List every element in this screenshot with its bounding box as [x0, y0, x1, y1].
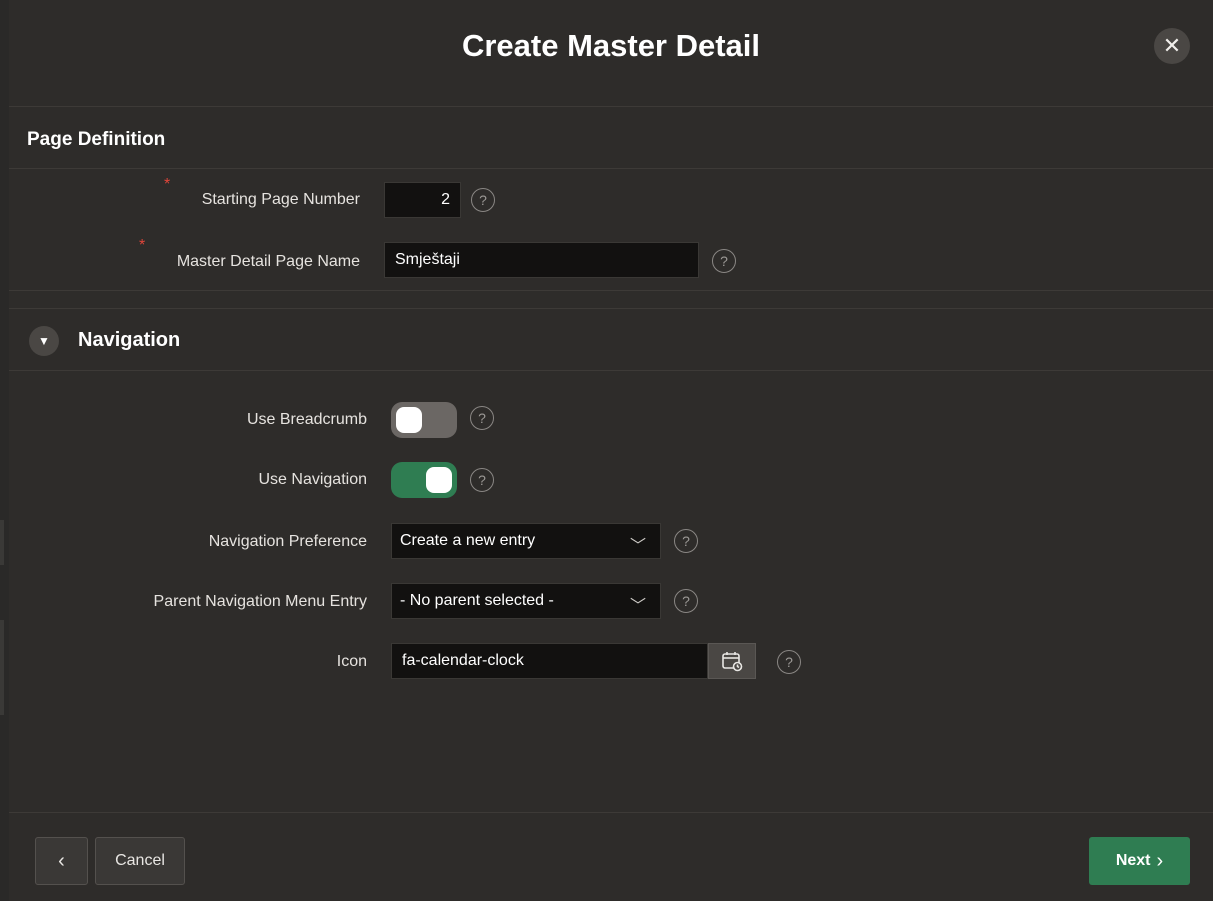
next-button-label: Next: [1115, 852, 1151, 869]
help-icon[interactable]: ?: [471, 188, 495, 212]
icon-input[interactable]: [391, 643, 708, 679]
chevron-right-icon: ›: [1156, 849, 1164, 872]
chevron-down-icon: ﹀: [629, 538, 646, 555]
divider: [9, 290, 1213, 291]
dialog-footer: ‹ Cancel Next ›: [9, 812, 1213, 901]
background-marker: [0, 620, 4, 715]
master-detail-page-name-label: Master Detail Page Name: [176, 253, 360, 270]
section-title-page-definition: Page Definition: [27, 129, 166, 150]
use-navigation-label: Use Navigation: [258, 471, 368, 488]
use-navigation-toggle[interactable]: [391, 462, 457, 498]
back-button[interactable]: ‹: [35, 837, 88, 885]
use-breadcrumb-label: Use Breadcrumb: [246, 411, 367, 428]
navigation-preference-select[interactable]: Create a new entry ﹀: [391, 523, 661, 559]
create-master-detail-dialog: Create Master Detail ✕ Page Definition *…: [9, 0, 1213, 901]
collapse-toggle-icon[interactable]: ▼: [29, 326, 59, 356]
help-icon[interactable]: ?: [777, 650, 801, 674]
help-icon[interactable]: ?: [470, 468, 494, 492]
chevron-left-icon: ‹: [58, 849, 65, 872]
dialog-header: Create Master Detail ✕: [9, 0, 1213, 107]
parent-navigation-menu-entry-select[interactable]: - No parent selected - ﹀: [391, 583, 661, 619]
cancel-button[interactable]: Cancel: [95, 837, 185, 885]
calendar-clock-icon: [722, 652, 743, 672]
use-breadcrumb-toggle[interactable]: [391, 402, 457, 438]
help-icon[interactable]: ?: [674, 529, 698, 553]
parent-navigation-menu-entry-value: - No parent selected -: [400, 592, 554, 609]
navigation-preference-value: Create a new entry: [400, 532, 536, 549]
section-title-navigation: Navigation: [78, 329, 181, 351]
toggle-knob: [396, 407, 422, 433]
page-definition-header: Page Definition: [9, 107, 1213, 169]
help-icon[interactable]: ?: [712, 249, 736, 273]
background-page-strip: [0, 0, 9, 901]
help-icon[interactable]: ?: [470, 406, 494, 430]
close-icon: ✕: [1162, 33, 1182, 58]
next-button[interactable]: Next ›: [1089, 837, 1190, 885]
starting-page-number-label: Starting Page Number: [201, 191, 360, 208]
navigation-header[interactable]: ▼ Navigation: [9, 308, 1213, 371]
chevron-down-icon: ﹀: [629, 598, 646, 615]
dialog-title: Create Master Detail: [461, 28, 761, 63]
close-button[interactable]: ✕: [1154, 28, 1190, 64]
help-icon[interactable]: ?: [674, 589, 698, 613]
starting-page-number-input[interactable]: [384, 182, 461, 218]
toggle-knob: [426, 467, 452, 493]
icon-picker-button[interactable]: [708, 643, 756, 679]
parent-navigation-menu-entry-label: Parent Navigation Menu Entry: [153, 593, 367, 610]
background-marker: [0, 520, 4, 565]
navigation-preference-label: Navigation Preference: [208, 533, 367, 550]
icon-label: Icon: [336, 653, 367, 670]
master-detail-page-name-input[interactable]: [384, 242, 699, 278]
